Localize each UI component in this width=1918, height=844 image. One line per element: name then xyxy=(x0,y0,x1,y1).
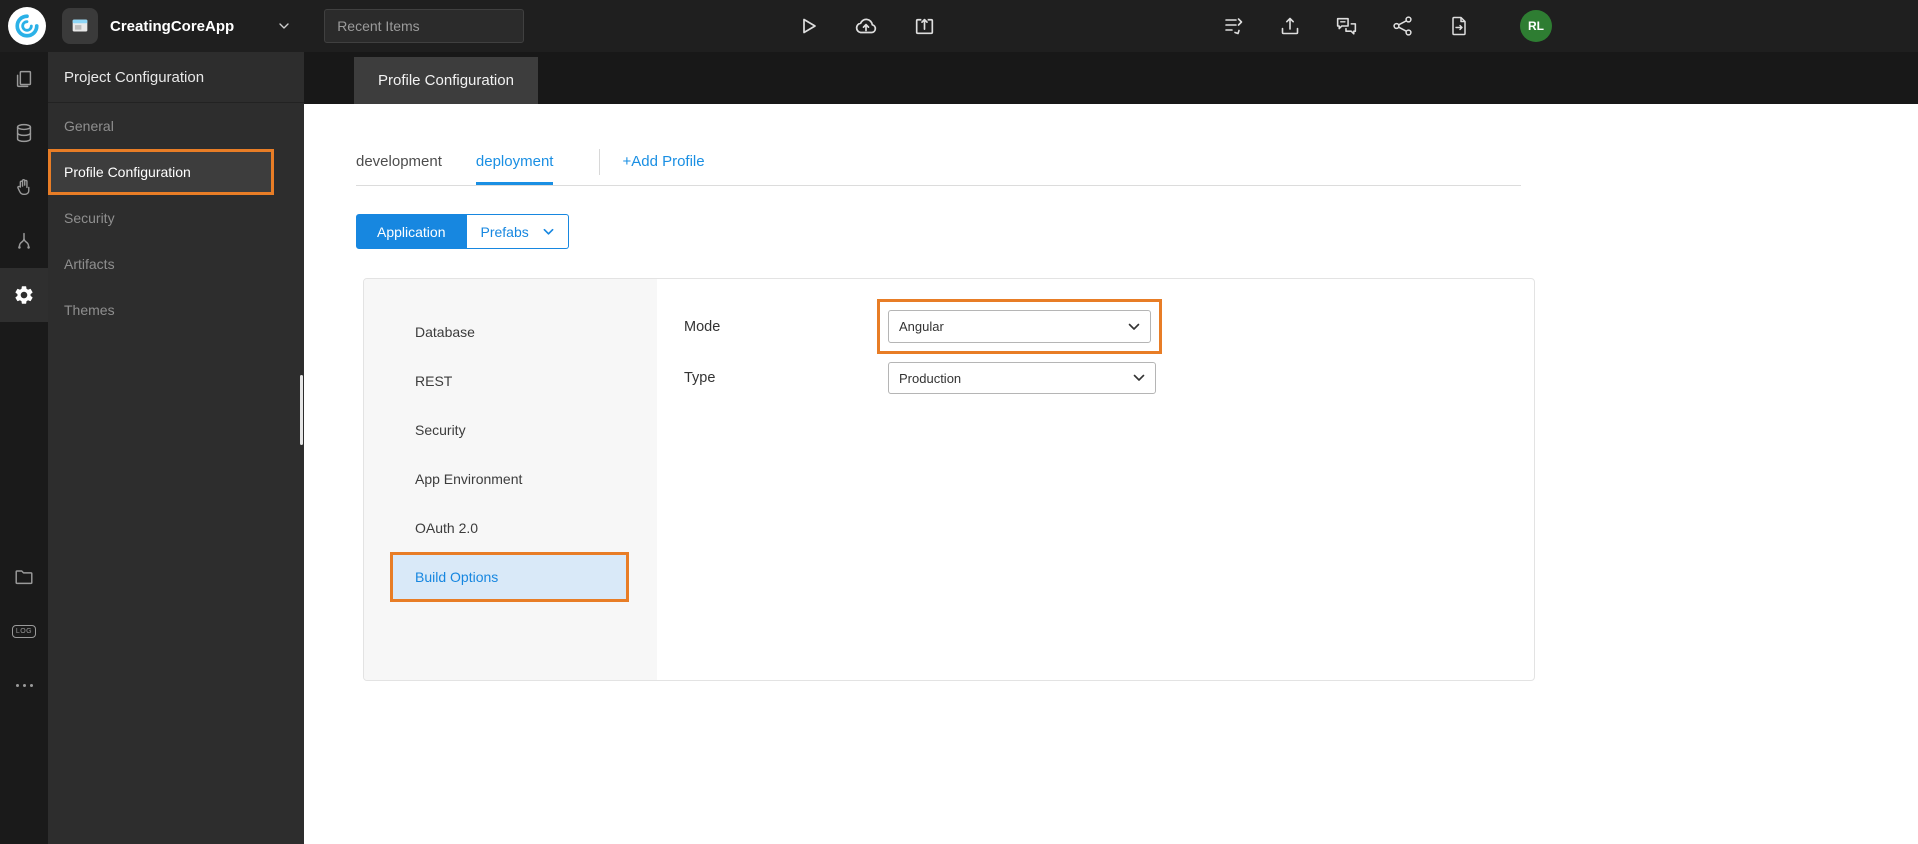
settings-subnav: Database REST Security App Environment O… xyxy=(364,279,657,680)
panel-title: Project Configuration xyxy=(48,52,304,103)
pages-icon[interactable] xyxy=(0,52,48,106)
panel-item-security[interactable]: Security xyxy=(48,195,304,241)
panel-item-artifacts[interactable]: Artifacts xyxy=(48,241,304,287)
run-icon[interactable] xyxy=(796,14,820,38)
chevron-down-icon xyxy=(1133,374,1145,382)
subnav-item-security[interactable]: Security xyxy=(364,405,657,454)
tab-profile-configuration[interactable]: Profile Configuration xyxy=(354,57,538,104)
annotation-mode-select: Angular xyxy=(877,299,1162,354)
type-select-value: Production xyxy=(899,370,962,386)
topbar: CreatingCoreApp Recent Items RL xyxy=(0,0,1918,52)
recent-items-input[interactable]: Recent Items xyxy=(324,9,525,43)
log-icon[interactable]: LOG xyxy=(0,604,48,658)
prefabs-label: Prefabs xyxy=(480,223,529,240)
more-icon[interactable] xyxy=(0,658,48,712)
panel-item-themes[interactable]: Themes xyxy=(48,287,304,333)
hand-icon[interactable] xyxy=(0,160,48,214)
wavemaker-logo-icon xyxy=(8,7,46,45)
add-profile-button[interactable]: +Add Profile xyxy=(622,153,704,185)
chevron-down-icon xyxy=(543,228,554,236)
mode-label: Mode xyxy=(684,318,721,335)
scrollbar-thumb[interactable] xyxy=(300,375,303,445)
project-name[interactable]: CreatingCoreApp xyxy=(110,18,234,35)
content-area: development deployment +Add Profile Appl… xyxy=(304,104,1918,844)
subnav-item-rest[interactable]: REST xyxy=(364,356,657,405)
subnav-item-build-options[interactable]: Build Options xyxy=(390,552,629,602)
application-toggle-button[interactable]: Application xyxy=(356,214,467,249)
tab-separator xyxy=(599,149,601,175)
settings-card: Database REST Security App Environment O… xyxy=(363,278,1535,681)
panel-item-profile-configuration[interactable]: Profile Configuration xyxy=(48,149,274,195)
services-icon[interactable] xyxy=(0,214,48,268)
mode-select[interactable]: Angular xyxy=(888,310,1151,343)
preview-window-icon[interactable] xyxy=(912,14,937,39)
profile-tab-deployment[interactable]: deployment xyxy=(475,153,554,185)
left-rail: LOG xyxy=(0,52,48,844)
feedback-chat-icon[interactable] xyxy=(1334,14,1359,39)
chevron-down-icon xyxy=(1128,323,1140,331)
recent-items-placeholder: Recent Items xyxy=(337,18,420,34)
type-label: Type xyxy=(684,370,716,386)
subnav-item-app-environment[interactable]: App Environment xyxy=(364,454,657,503)
file-export-icon[interactable] xyxy=(1447,14,1471,38)
profile-tab-development[interactable]: development xyxy=(356,153,442,185)
share-nodes-icon[interactable] xyxy=(1391,14,1415,38)
panel-item-general[interactable]: General xyxy=(48,103,304,149)
profile-tabs: development deployment +Add Profile xyxy=(356,104,1918,185)
folder-icon[interactable] xyxy=(0,550,48,604)
settings-icon[interactable] xyxy=(0,268,48,322)
mode-select-value: Angular xyxy=(899,319,944,334)
deploy-cloud-icon[interactable] xyxy=(853,13,879,39)
project-config-panel: Project Configuration General Profile Co… xyxy=(48,52,304,844)
avatar[interactable]: RL xyxy=(1520,10,1552,42)
list-actions-icon[interactable] xyxy=(1222,14,1246,38)
type-select[interactable]: Production xyxy=(888,362,1156,394)
scope-toggle: Application Prefabs xyxy=(356,214,569,249)
database-icon[interactable] xyxy=(0,106,48,160)
subnav-item-oauth[interactable]: OAuth 2.0 xyxy=(364,503,657,552)
subnav-item-database[interactable]: Database xyxy=(364,307,657,356)
build-options-form: Mode Angular Type Production xyxy=(657,279,1534,680)
tabs-divider xyxy=(356,185,1521,186)
export-tray-icon[interactable] xyxy=(1278,14,1302,38)
prefabs-toggle-button[interactable]: Prefabs xyxy=(466,214,569,249)
app-icon[interactable] xyxy=(62,8,98,44)
chevron-down-icon[interactable] xyxy=(276,18,292,34)
editor-tabstrip: Profile Configuration xyxy=(304,52,1918,104)
